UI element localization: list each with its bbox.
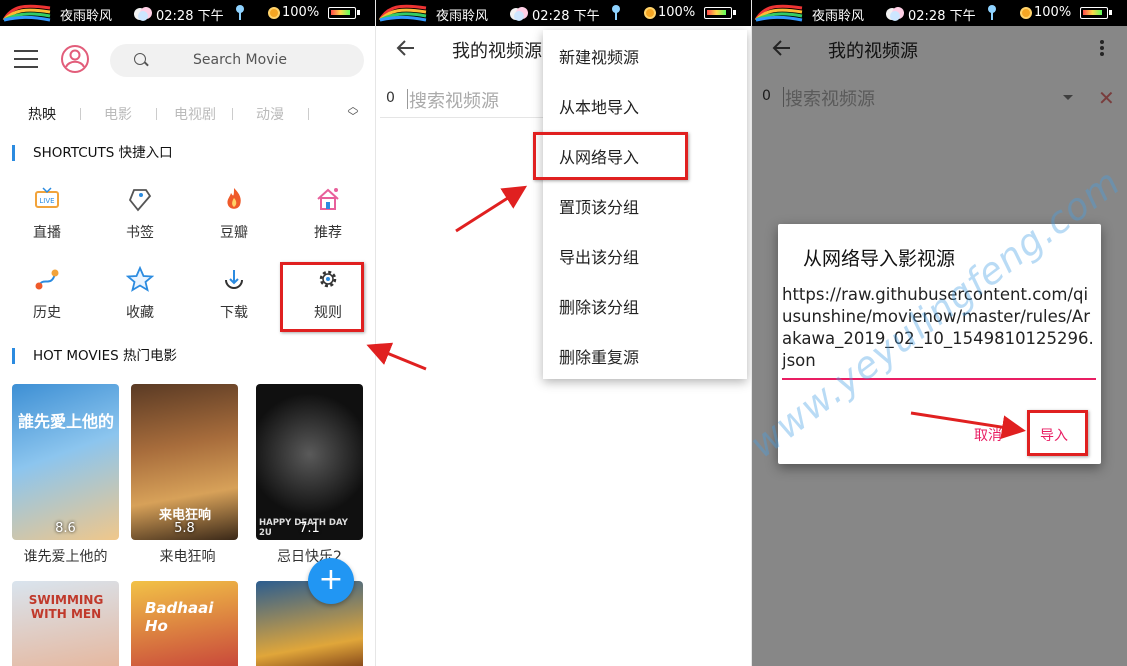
expand-tabs-icon[interactable]: ︿ ﹀ — [346, 101, 360, 124]
battery-percent: 100% — [658, 5, 696, 20]
avatar-icon[interactable] — [60, 44, 90, 74]
back-arrow-icon[interactable] — [396, 38, 416, 58]
movie-score: 8.6 — [55, 521, 76, 536]
status-time: 02:28 下午 — [156, 9, 224, 24]
add-fab-button[interactable]: + — [308, 558, 354, 604]
download-icon — [225, 270, 243, 289]
battery-percent: 100% — [1034, 5, 1072, 20]
app-logo-icon — [754, 4, 803, 22]
battery-icon — [704, 7, 736, 19]
page-title: 我的视频源 — [452, 41, 542, 62]
status-time: 02:28 下午 — [532, 9, 600, 24]
highlight-import-network-box — [533, 132, 688, 180]
menu-item-pin-group[interactable]: 置顶该分组 — [559, 194, 639, 218]
poster-text: 誰先愛上他的 — [18, 412, 115, 431]
group-index: 0 — [386, 90, 395, 106]
shortcut-bookmark[interactable]: 书签 — [110, 186, 170, 242]
highlight-import-box — [1027, 410, 1088, 456]
screen-source-menu: 夜雨聆风 02:28 下午 100% 我的视频源 0 搜索视频源 新建视频源 从… — [376, 0, 751, 666]
shortcut-label: 豆瓣 — [220, 225, 248, 241]
app-logo-icon — [2, 4, 51, 22]
menu-item-export-group[interactable]: 导出该分组 — [559, 244, 639, 268]
location-pin-icon — [988, 5, 996, 20]
movie-title[interactable]: 谁先爱上他的 — [12, 546, 119, 566]
movie-poster[interactable]: 誰先愛上他的 8.6 — [12, 384, 119, 540]
battery-icon — [1080, 7, 1112, 19]
menu-item-import-local[interactable]: 从本地导入 — [559, 94, 639, 118]
shortcut-label: 收藏 — [126, 305, 154, 321]
weather-cloud-icon — [886, 7, 904, 21]
shortcuts-header: SHORTCUTS 快捷入口 — [12, 145, 173, 161]
status-app-name: 夜雨聆风 — [812, 9, 865, 24]
status-bar: 夜雨聆风 02:28 下午 100% — [0, 0, 375, 26]
battery-icon — [328, 7, 360, 19]
shortcut-download[interactable]: 下载 — [204, 266, 264, 322]
poster-text: Badhaai Ho — [145, 599, 214, 635]
menu-item-delete-group[interactable]: 删除该分组 — [559, 294, 639, 318]
status-app-name: 夜雨聆风 — [60, 9, 113, 24]
bookmark-tag-icon — [128, 189, 152, 212]
poster-text: SWIMMING WITH MEN — [28, 593, 104, 621]
location-pin-icon — [236, 5, 244, 20]
home-icon — [317, 188, 339, 210]
movie-poster[interactable]: HAPPY DEATH DAY 2U 7.1 — [256, 384, 363, 540]
history-path-icon — [35, 269, 59, 290]
search-placeholder: Search Movie — [193, 52, 287, 68]
shortcut-recommend[interactable]: 推荐 — [298, 186, 358, 242]
brightness-icon — [1020, 7, 1032, 19]
overflow-menu: 新建视频源 从本地导入 从网络导入 置顶该分组 导出该分组 删除该分组 删除重复… — [543, 30, 747, 379]
brightness-icon — [644, 7, 656, 19]
tab-movie[interactable]: 电影 — [104, 104, 132, 124]
hot-movies-header: HOT MOVIES 热门电影 — [12, 348, 177, 364]
menu-icon[interactable] — [14, 50, 38, 68]
status-app-name: 夜雨聆风 — [436, 9, 489, 24]
screen-home: 夜雨聆风 02:28 下午 100% Search Movie 热映 电影 电视… — [0, 0, 375, 666]
tab-tv[interactable]: 电视剧 — [174, 104, 216, 124]
movie-title[interactable]: 忌日快乐2 — [256, 546, 363, 566]
shortcut-live[interactable]: LIVE 直播 — [17, 186, 77, 242]
status-bar: 夜雨聆风 02:28 下午 100% — [752, 0, 1127, 26]
tab-anime[interactable]: 动漫 — [256, 104, 284, 124]
movie-poster[interactable]: Badhaai Ho — [131, 581, 238, 666]
tab-hot[interactable]: 热映 — [28, 104, 56, 124]
menu-item-delete-duplicates[interactable]: 删除重复源 — [559, 344, 639, 368]
search-icon — [134, 53, 146, 65]
brightness-icon — [268, 7, 280, 19]
search-placeholder: 搜索视频源 — [409, 91, 499, 112]
location-pin-icon — [612, 5, 620, 20]
status-bar: 夜雨聆风 02:28 下午 100% — [376, 0, 751, 26]
svg-text:LIVE: LIVE — [39, 197, 54, 205]
shortcut-label: 书签 — [126, 225, 154, 241]
star-icon — [126, 266, 154, 292]
movie-title[interactable]: 来电狂响 — [134, 546, 241, 566]
live-tv-icon: LIVE — [35, 187, 59, 208]
shortcut-favorite[interactable]: 收藏 — [110, 266, 170, 322]
menu-item-new-source[interactable]: 新建视频源 — [559, 44, 639, 68]
shortcut-douban[interactable]: 豆瓣 — [204, 186, 264, 242]
dialog-title: 从网络导入影视源 — [803, 248, 956, 270]
shortcut-label: 直播 — [33, 225, 61, 241]
movie-poster[interactable]: 来电狂响 5.8 — [131, 384, 238, 540]
search-movie-input[interactable]: Search Movie — [110, 44, 364, 77]
highlight-rules-box — [280, 262, 364, 332]
movie-poster[interactable]: SWIMMING WITH MEN — [12, 581, 119, 666]
shortcut-label: 下载 — [220, 305, 248, 321]
battery-percent: 100% — [282, 5, 320, 20]
category-tabs: 热映 电影 电视剧 动漫 ︿ ﹀ — [0, 101, 375, 124]
movie-score: 5.8 — [174, 521, 195, 536]
shortcut-label: 历史 — [33, 305, 61, 321]
weather-cloud-icon — [134, 7, 152, 21]
weather-cloud-icon — [510, 7, 528, 21]
movie-score: 7.1 — [299, 521, 320, 536]
cancel-button[interactable]: 取消 — [974, 425, 1002, 445]
shortcut-history[interactable]: 历史 — [17, 266, 77, 322]
shortcut-label: 推荐 — [314, 225, 342, 241]
app-logo-icon — [378, 4, 427, 22]
status-time: 02:28 下午 — [908, 9, 976, 24]
flame-icon — [227, 188, 241, 209]
